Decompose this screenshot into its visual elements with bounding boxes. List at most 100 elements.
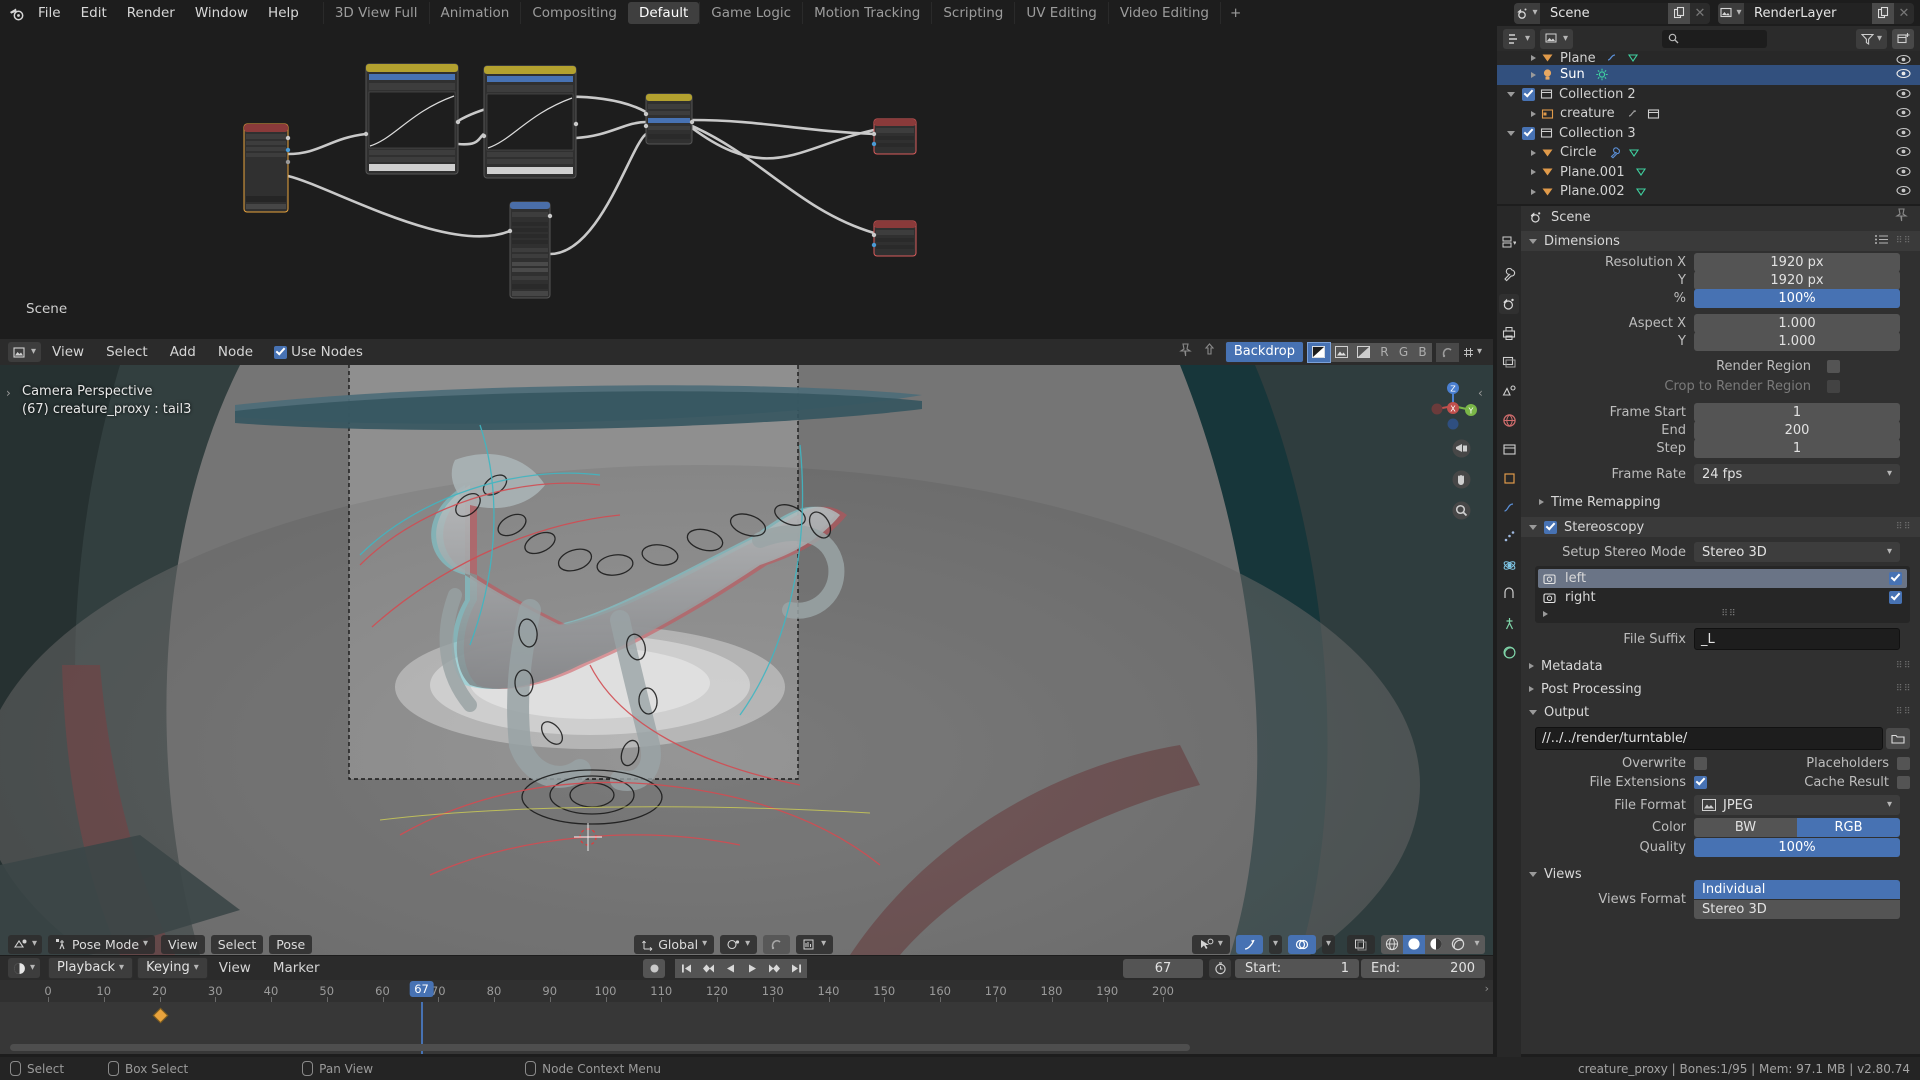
hide-in-viewport-icon[interactable] [1896, 185, 1911, 200]
cache-result-checkbox[interactable] [1897, 776, 1910, 789]
use-nodes-checkbox[interactable] [274, 346, 287, 359]
rendered-shading-icon[interactable] [1447, 935, 1469, 954]
properties-editor-type-selector[interactable]: ▾ [1499, 232, 1519, 252]
timeline-horizontal-scrollbar[interactable] [10, 1044, 1190, 1051]
overlay-options-dropdown[interactable]: ▾ [1322, 935, 1335, 954]
shading-options-dropdown[interactable]: ▾ [1469, 935, 1485, 954]
proportional-editing-toggle[interactable]: ▾ [796, 935, 833, 954]
panel-header-time-remapping[interactable]: Time Remapping [1521, 492, 1920, 512]
pivot-point-selector[interactable]: ▾ [720, 935, 757, 954]
collection-enable-checkbox[interactable] [1522, 88, 1535, 101]
gizmo-toggle[interactable] [1236, 935, 1263, 954]
hide-in-viewport-icon[interactable] [1896, 127, 1911, 142]
viewport-menu-pose[interactable]: Pose [269, 935, 312, 954]
compositor-node-editor[interactable]: Scene [0, 26, 1493, 339]
new-view-layer-button[interactable] [1872, 3, 1894, 24]
tab-material[interactable] [1499, 642, 1519, 662]
collection-enable-checkbox[interactable] [1522, 127, 1535, 140]
pin-icon[interactable] [1174, 343, 1198, 361]
backdrop-color-icon[interactable] [1331, 343, 1353, 362]
hide-in-viewport-icon[interactable] [1896, 68, 1911, 83]
timeline-editor[interactable]: ▾ Playback ▾ Keying ▾ View Marker [0, 956, 1493, 1054]
outliner-row-plane-001[interactable]: Plane.001 [1497, 163, 1920, 183]
properties-panels[interactable]: Scene Dimensions ⠿⠿ Resolution X 1920 px [1521, 206, 1920, 1054]
tab-output[interactable] [1499, 323, 1519, 343]
workspace-tab-add[interactable]: + [1220, 2, 1250, 24]
expand-triangle-icon[interactable] [1531, 169, 1536, 175]
new-scene-button[interactable] [1668, 3, 1690, 24]
expand-triangle-icon[interactable] [1531, 189, 1536, 195]
file-extensions-checkbox[interactable] [1694, 776, 1707, 789]
outliner-row-collection-2[interactable]: Collection 2 [1497, 85, 1920, 105]
placeholders-checkbox[interactable] [1897, 757, 1910, 770]
viewport-n-panel-toggle[interactable]: ‹ [1478, 386, 1483, 400]
aspect-y-field[interactable]: 1.000 [1694, 332, 1900, 351]
jump-next-keyframe-icon[interactable] [763, 959, 785, 978]
tab-particles[interactable] [1499, 526, 1519, 546]
panel-drag-grip[interactable]: ⠿⠿ [1896, 236, 1912, 246]
tab-tool[interactable] [1499, 265, 1519, 285]
material-shading-icon[interactable] [1425, 935, 1447, 954]
workspace-tab-default[interactable]: Default [628, 2, 699, 24]
node-rgb-curves-1[interactable] [364, 64, 460, 174]
keying-menu[interactable]: Keying ▾ [137, 957, 208, 979]
panel-header-metadata[interactable]: Metadata ⠿⠿ [1521, 656, 1920, 676]
panel-header-dimensions[interactable]: Dimensions ⠿⠿ [1521, 231, 1920, 251]
play-reverse-icon[interactable] [719, 959, 741, 978]
folder-browse-icon[interactable] [1886, 728, 1910, 749]
node-menu-node[interactable]: Node [207, 344, 264, 360]
quality-slider[interactable]: 100% [1694, 838, 1900, 857]
xray-toggle[interactable] [1347, 935, 1375, 954]
views-format-stereo-3d[interactable]: Stereo 3D [1694, 900, 1900, 919]
pan-hand-icon[interactable] [1452, 470, 1471, 493]
workspace-tab-uv-editing[interactable]: UV Editing [1014, 2, 1107, 24]
mode-selector[interactable]: Pose Mode ▾ [48, 935, 155, 954]
stereo-view-left[interactable]: left [1538, 569, 1907, 588]
tab-constraints[interactable] [1499, 584, 1519, 604]
gizmo-options-dropdown[interactable]: ▾ [1269, 935, 1282, 954]
expand-triangle-icon[interactable] [1529, 663, 1534, 669]
viewport-editor-type-selector[interactable]: ▾ [8, 935, 42, 954]
panel-drag-grip[interactable]: ⠿⠿ [1896, 684, 1912, 694]
stereo-view-enabled-checkbox[interactable] [1889, 591, 1902, 604]
hide-in-viewport-icon[interactable] [1896, 146, 1911, 161]
tab-scene[interactable] [1499, 381, 1519, 401]
panel-drag-grip[interactable]: ⠿⠿ [1896, 661, 1912, 671]
frame-end-field[interactable]: 200 [1694, 421, 1900, 440]
overwrite-checkbox[interactable] [1694, 757, 1707, 770]
panel-header-stereoscopy[interactable]: Stereoscopy ⠿⠿ [1521, 517, 1920, 537]
tab-collection-properties[interactable] [1499, 439, 1519, 459]
render-region-checkbox[interactable] [1827, 360, 1840, 373]
node-overlay-icon[interactable]: ▾ [1459, 343, 1485, 362]
transform-orientation-selector[interactable]: Global ▾ [634, 935, 714, 954]
node-menu-view[interactable]: View [41, 344, 95, 360]
hide-in-viewport-icon[interactable] [1896, 166, 1911, 181]
panel-header-output[interactable]: Output ⠿⠿ [1521, 702, 1920, 722]
hide-in-viewport-icon[interactable] [1896, 88, 1911, 103]
jump-to-start-icon[interactable] [675, 959, 697, 978]
jump-to-end-icon[interactable] [785, 959, 807, 978]
zoom-magnifier-icon[interactable] [1452, 501, 1471, 524]
backdrop-green-channel[interactable]: G [1394, 343, 1413, 362]
resize-grip-icon[interactable]: ⠿⠿ [1721, 609, 1736, 619]
view-layer-selector[interactable]: ▾ RenderLayer ✕ [1718, 3, 1914, 24]
timeline-ruler[interactable]: 0102030405060708090100110120130140150160… [0, 980, 1493, 1002]
hide-in-viewport-icon[interactable] [1896, 107, 1911, 122]
expand-triangle-icon[interactable] [1531, 111, 1536, 117]
node-editor-type-selector[interactable]: ▾ [8, 342, 41, 362]
navigation-gizmo[interactable]: Z Y X [1425, 378, 1481, 438]
current-frame-field[interactable]: 67 [1123, 959, 1203, 978]
expand-triangle-icon[interactable] [1531, 55, 1536, 61]
node-menu-select[interactable]: Select [95, 344, 159, 360]
stereo-view-right[interactable]: right [1538, 588, 1907, 607]
3d-viewport[interactable]: Z Y X [0, 365, 1493, 955]
play-icon[interactable] [741, 959, 763, 978]
workspace-tab-3d-view-full[interactable]: 3D View Full [323, 2, 429, 24]
node-mix[interactable] [644, 94, 694, 144]
timeline-keyframe-area[interactable] [0, 1002, 1493, 1054]
jump-prev-keyframe-icon[interactable] [697, 959, 719, 978]
outliner-row-creature[interactable]: creature [1497, 104, 1920, 124]
filter-funnel-icon[interactable]: ▾ [1856, 29, 1887, 49]
node-graph-canvas[interactable] [0, 26, 1493, 339]
backdrop-color-and-alpha-icon[interactable] [1307, 342, 1331, 363]
